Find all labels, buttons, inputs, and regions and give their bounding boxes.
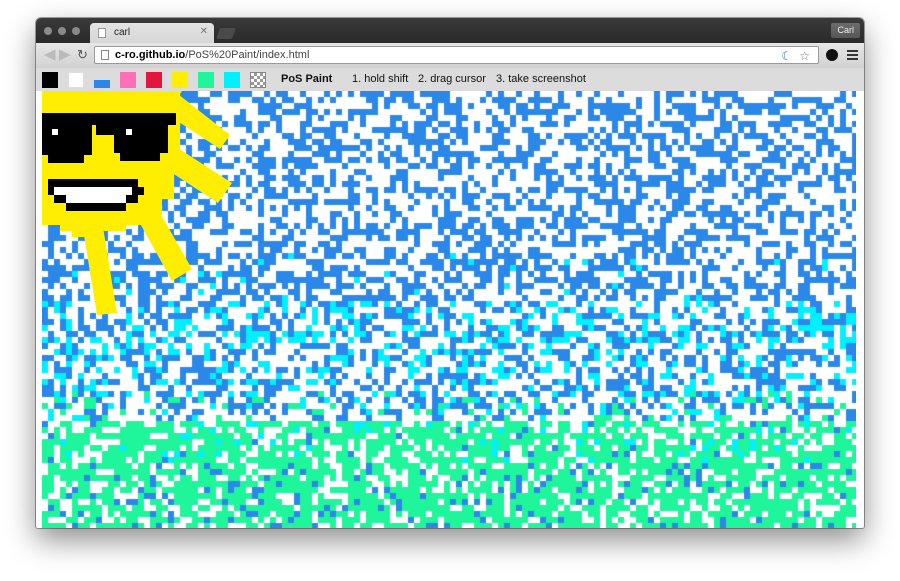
close-window-button[interactable]: [44, 27, 52, 35]
browser-window: carl ✕ Carl ◀ ▶ ↻ c-ro.github.io/PoS%20P…: [36, 18, 864, 528]
tab-title: carl: [114, 27, 131, 38]
paint-canvas[interactable]: [42, 91, 856, 528]
url-text: c-ro.github.io/PoS%20Paint/index.html: [115, 49, 309, 61]
reload-icon[interactable]: ↻: [77, 47, 88, 63]
instruction-step-1: 1. hold shift: [352, 73, 409, 85]
close-tab-icon[interactable]: ✕: [200, 26, 208, 37]
swatch-green[interactable]: [198, 72, 214, 88]
paint-toolbar: PoS Paint 1. hold shift 2. drag cursor 3…: [36, 68, 864, 91]
sun-with-sunglasses: [42, 91, 232, 315]
swatch-blue[interactable]: [94, 80, 110, 88]
zoom-window-button[interactable]: [72, 27, 80, 35]
forward-arrow-icon[interactable]: ▶: [59, 47, 71, 63]
extension-half-circle-icon[interactable]: [826, 49, 838, 61]
bookmark-star-icon[interactable]: ☆: [799, 50, 810, 63]
swatch-black[interactable]: [42, 72, 58, 88]
instruction-step-3: 3. take screenshot: [496, 73, 586, 85]
url-path: /PoS%20Paint/index.html: [185, 49, 310, 61]
title-bar: carl ✕ Carl: [36, 18, 864, 43]
minimize-window-button[interactable]: [58, 27, 66, 35]
page-icon: [101, 50, 109, 60]
profile-button[interactable]: Carl: [831, 23, 860, 38]
browser-toolbar: ◀ ▶ ↻ c-ro.github.io/PoS%20Paint/index.h…: [36, 43, 864, 69]
instruction-step-2: 2. drag cursor: [418, 73, 486, 85]
chrome-menu-icon[interactable]: [847, 50, 858, 60]
extension-moon-icon[interactable]: ☾: [781, 50, 792, 63]
swatch-red[interactable]: [146, 72, 162, 88]
swatch-pink[interactable]: [120, 72, 136, 88]
url-host: c-ro.github.io: [115, 49, 186, 61]
swatch-yellow[interactable]: [172, 72, 188, 88]
new-tab-button[interactable]: [215, 28, 237, 39]
back-arrow-icon[interactable]: ◀: [44, 47, 56, 63]
app-title: PoS Paint: [281, 73, 333, 85]
browser-tab[interactable]: carl ✕: [90, 23, 214, 43]
swatch-cyan[interactable]: [224, 72, 240, 88]
address-bar[interactable]: c-ro.github.io/PoS%20Paint/index.html ☾ …: [94, 46, 819, 64]
page-favicon-icon: [98, 28, 106, 38]
swatch-white[interactable]: [68, 72, 84, 88]
swatch-eraser[interactable]: [250, 72, 266, 88]
